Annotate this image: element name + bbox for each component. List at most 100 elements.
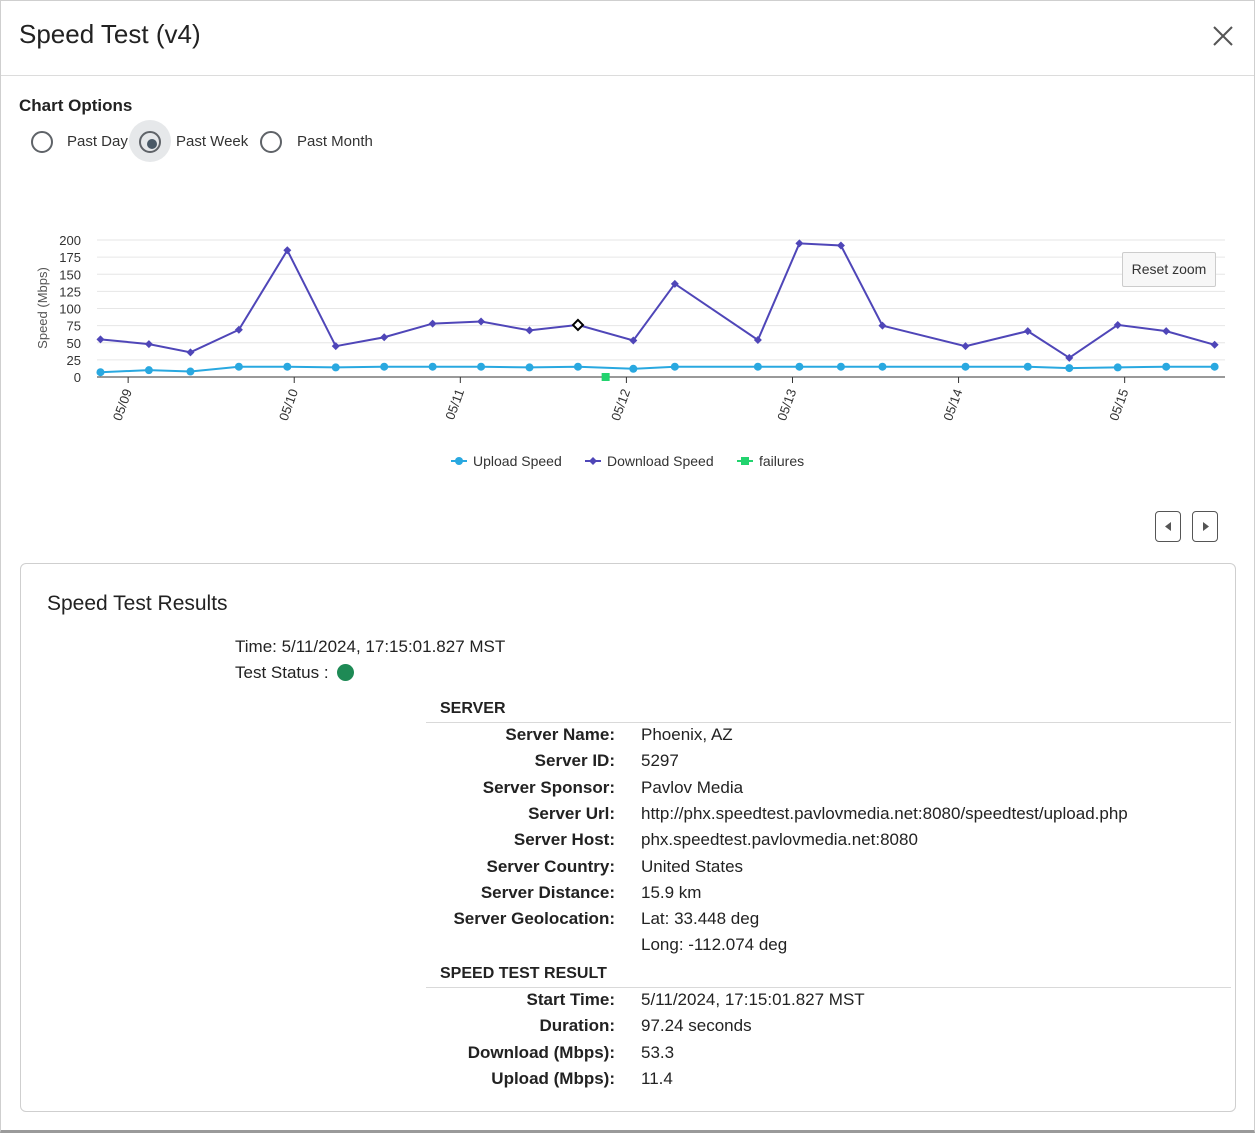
upload-point [1162, 362, 1171, 371]
test-status-label: Test Status : [235, 663, 329, 682]
upload-point [380, 362, 389, 371]
speed-test-results-card: Speed Test Results Time: 5/11/2024, 17:1… [20, 563, 1236, 1112]
detail-row: Server Url: http://phx.speedtest.pavlovme… [21, 804, 1235, 830]
download-point [795, 239, 804, 248]
detail-key: Server Host: [513, 830, 615, 850]
upload-point [283, 362, 292, 371]
detail-value: Pavlov Media [641, 777, 744, 797]
detail-value: 53.3 [641, 1042, 675, 1062]
y-tick-label: 175 [59, 250, 81, 265]
download-point-highlighted [571, 318, 585, 332]
y-tick-label: 150 [59, 267, 81, 282]
download-speed-line [100, 242, 1215, 360]
download-point [836, 241, 845, 250]
detail-key: Server Country: [486, 856, 615, 876]
detail-row: Server Sponsor: Pavlov Media [21, 778, 1235, 804]
result-section-title: SPEED TEST RESULT [440, 965, 607, 982]
detail-value: http://phx.speedtest.pavlovmedia.net:808… [641, 803, 1128, 823]
detail-key: Server Name: [505, 725, 615, 744]
y-tick-label: 25 [67, 353, 81, 368]
detail-key: Duration: [539, 1016, 615, 1036]
server-section-title: SERVER [440, 700, 506, 717]
detail-row: Server ID: 5297 [21, 751, 1235, 777]
chart-range-radio-group: Past Day Past Week Past Month [1, 120, 421, 163]
upload-point [1210, 362, 1219, 371]
status-indicator-dot [337, 664, 355, 681]
detail-key: Server Distance: [480, 882, 615, 902]
x-tick-label: 05/14 [940, 387, 965, 423]
detail-row: Server Geolocation: Lat: 33.448 deg [21, 909, 1235, 935]
detail-value: United States [641, 856, 744, 876]
download-point [1210, 340, 1219, 349]
upload-point [670, 362, 679, 371]
download-point [428, 319, 437, 328]
upload-point [836, 362, 845, 371]
detail-value: Phoenix, AZ [641, 725, 733, 744]
upload-point [1113, 363, 1122, 372]
download-point [961, 342, 970, 351]
x-tick-label: 05/11 [442, 387, 467, 422]
next-button[interactable] [1192, 511, 1218, 542]
detail-row: Server Distance: 15.9 km [21, 883, 1235, 909]
x-tick-label: 05/15 [1106, 387, 1131, 423]
upload-point [428, 362, 437, 371]
upload-point [96, 368, 105, 377]
test-status: Test Status : [235, 663, 355, 683]
detail-key: Download (Mbps): [467, 1042, 615, 1062]
close-button[interactable] [1208, 21, 1238, 51]
x-tick-label: 05/13 [774, 387, 799, 423]
detail-value: 5/11/2024, 17:15:01.827 MST [641, 990, 865, 1009]
detail-row: Server Host: phx.speedtest.pavlovmedia.ne… [21, 830, 1235, 856]
download-point [380, 333, 389, 342]
test-time: Time: 5/11/2024, 17:15:01.827 MST [235, 637, 506, 656]
close-icon [1213, 26, 1233, 46]
radio-past-month[interactable]: Past Month [259, 121, 389, 163]
detail-key: Upload (Mbps): [491, 1068, 615, 1088]
upload-point [234, 362, 243, 371]
legend-marker [589, 457, 597, 465]
upload-point [961, 362, 970, 371]
radio-label: Past Week [176, 133, 249, 150]
speed-chart[interactable]: 0 25 50 75 100 125 150 175 200 Speed (Mbps) 05/09 0… [1, 221, 1255, 481]
detail-row: Duration: 97.24 seconds [21, 1016, 1235, 1042]
caret-left-icon [1165, 522, 1171, 531]
upload-speed-line [100, 365, 1215, 374]
upload-point [525, 363, 534, 372]
chart-options-label: Chart Options [19, 96, 133, 115]
upload-point [1023, 362, 1032, 371]
radio-selected-dot [147, 139, 157, 149]
detail-key: Start Time: [526, 990, 616, 1009]
server-section-header: SERVER [426, 700, 1231, 723]
y-tick-label: 50 [67, 336, 81, 351]
result-section-header: SPEED TEST RESULT [426, 965, 1231, 988]
download-point [96, 335, 105, 344]
failure-point [601, 373, 610, 381]
radio-past-week[interactable]: Past Week [1, 120, 251, 163]
legend-label: failures [759, 453, 804, 469]
y-tick-label: 75 [67, 319, 81, 334]
upload-point [795, 362, 804, 371]
y-tick-label: 0 [74, 370, 81, 385]
detail-value: Long: -112.074 deg [641, 935, 788, 955]
dialog-header: Speed Test (v4) [1, 1, 1254, 76]
download-point [144, 340, 153, 349]
detail-row: Upload (Mbps): 11.4 [21, 1069, 1235, 1095]
detail-row: Download (Mbps): 53.3 [21, 1043, 1235, 1069]
upload-point [753, 362, 762, 371]
radio-label: Past Month [297, 133, 373, 150]
detail-value: phx.speedtest.pavlovmedia.net:8080 [641, 830, 918, 850]
prev-button[interactable] [1155, 511, 1181, 542]
y-tick-label: 100 [59, 302, 81, 317]
upload-point [477, 362, 486, 371]
dialog-title: Speed Test (v4) [19, 19, 201, 49]
download-point [525, 326, 534, 335]
download-point [331, 342, 340, 351]
detail-key: Server Url: [528, 803, 615, 823]
detail-value: 97.24 seconds [641, 1016, 752, 1036]
legend-label: Download Speed [607, 453, 714, 469]
detail-value: 5297 [641, 751, 679, 771]
reset-zoom-button[interactable]: Reset zoom [1122, 252, 1216, 287]
y-axis-label: Speed (Mbps) [35, 267, 50, 349]
x-tick-label: 05/12 [608, 387, 633, 423]
legend-marker [741, 457, 749, 465]
